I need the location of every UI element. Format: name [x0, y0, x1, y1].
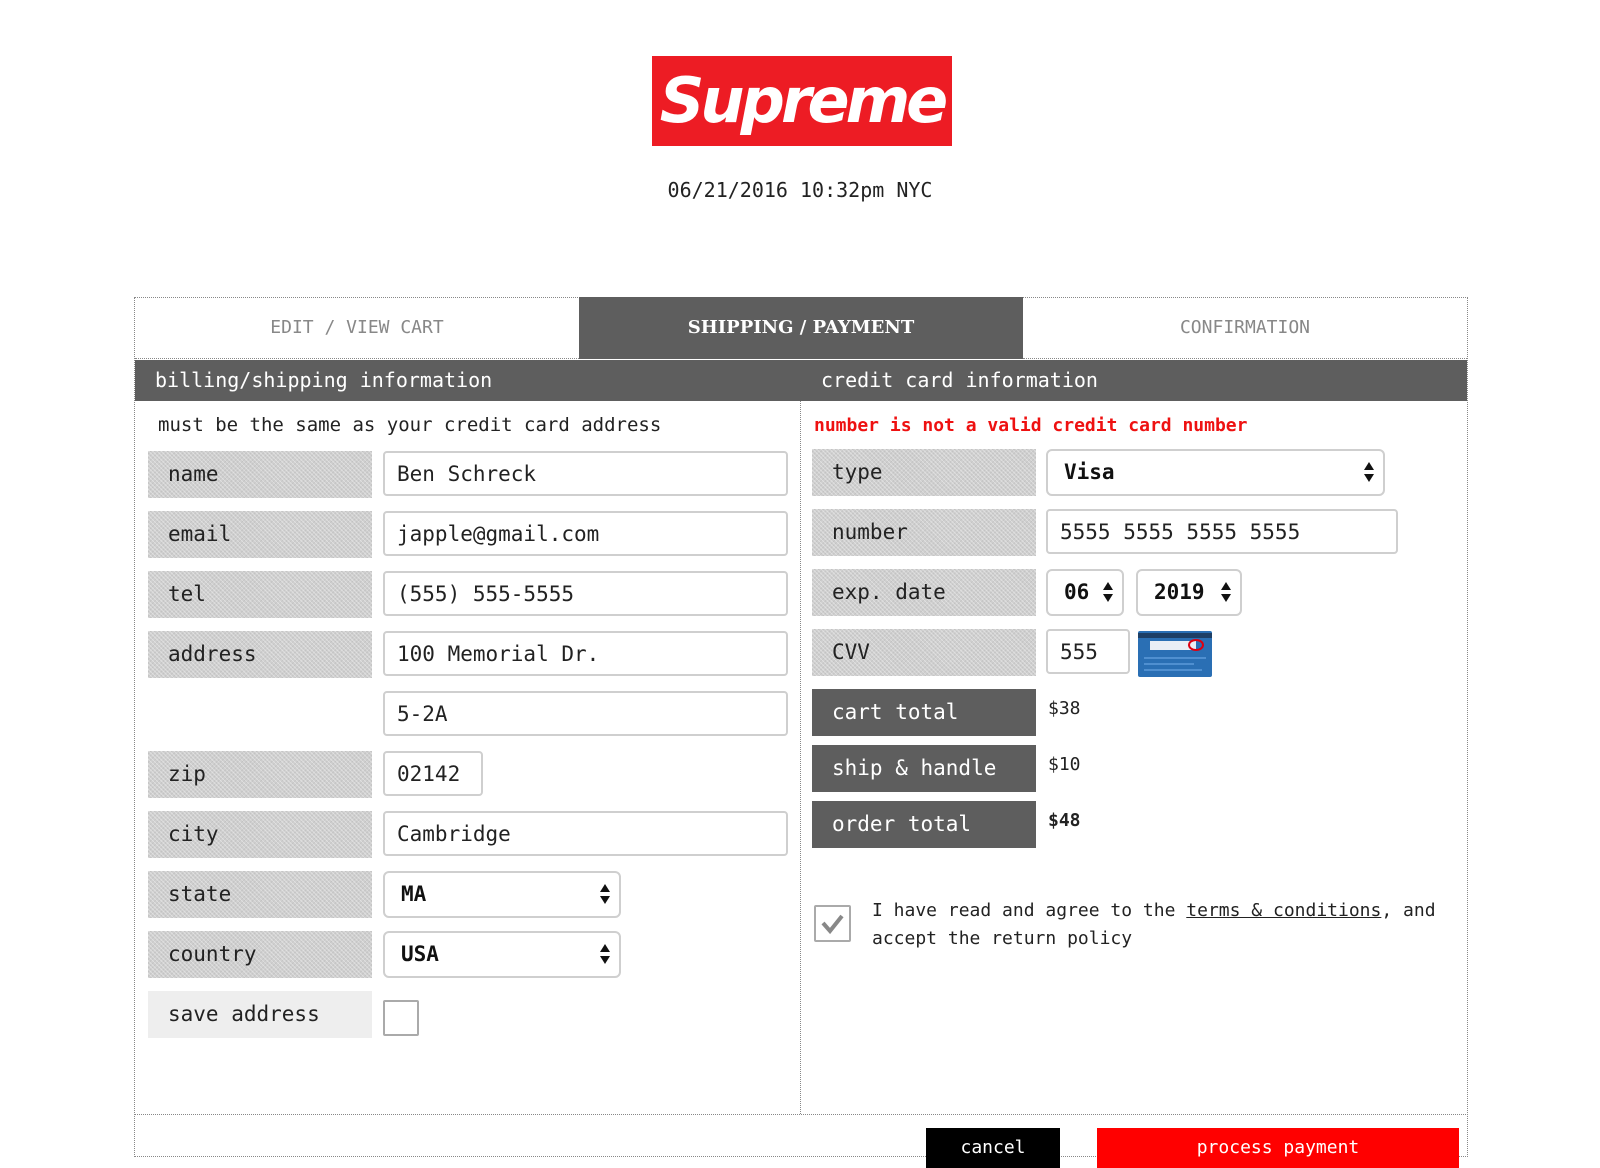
select-arrows-icon [599, 944, 611, 966]
state-select[interactable]: MA [383, 871, 621, 918]
order-total-value: $48 [1048, 810, 1081, 831]
country-label: country [148, 931, 372, 978]
select-arrows-icon [1220, 582, 1232, 604]
cvv-label: CVV [812, 629, 1036, 676]
billing-section-header: billing/shipping information [135, 360, 801, 401]
form-bottom-divider [135, 1114, 1468, 1115]
address-label: address [148, 631, 372, 678]
address-line1-field[interactable]: 100 Memorial Dr. [383, 631, 788, 676]
card-number-label: number [812, 509, 1036, 556]
ship-handle-value: $10 [1048, 754, 1081, 775]
agree-text-before: I have read and agree to the [872, 900, 1187, 921]
store-datetime: 06/21/2016 10:32pm NYC [667, 178, 933, 202]
tel-field[interactable]: (555) 555-5555 [383, 571, 788, 616]
city-label: city [148, 811, 372, 858]
terms-conditions-link[interactable]: terms & conditions [1186, 900, 1381, 921]
supreme-logo[interactable]: Supreme [652, 56, 952, 146]
card-type-label: type [812, 449, 1036, 496]
address-line2-field[interactable]: 5-2A [383, 691, 788, 736]
tab-shipping-payment[interactable]: SHIPPING / PAYMENT [579, 297, 1023, 359]
tab-edit-view-cart[interactable]: EDIT / VIEW CART [135, 297, 579, 359]
card-type-select[interactable]: Visa [1046, 449, 1385, 496]
select-arrows-icon [1102, 582, 1114, 604]
billing-note: must be the same as your credit card add… [158, 414, 662, 436]
exp-date-label: exp. date [812, 569, 1036, 616]
cart-total-value: $38 [1048, 698, 1081, 719]
agree-terms-checkbox[interactable] [814, 905, 851, 942]
cvv-field[interactable]: 555 [1046, 629, 1130, 674]
agree-terms-text: I have read and agree to the terms & con… [872, 897, 1472, 953]
country-value: USA [401, 942, 439, 966]
tel-label: tel [148, 571, 372, 618]
order-total-label: order total [812, 801, 1036, 848]
name-label: name [148, 451, 372, 498]
exp-year-value: 2019 [1154, 580, 1205, 604]
checkmark-icon [821, 914, 844, 935]
tab-confirmation[interactable]: CONFIRMATION [1023, 297, 1467, 359]
exp-year-select[interactable]: 2019 [1136, 569, 1242, 616]
name-field[interactable]: Ben Schreck [383, 451, 788, 496]
country-select[interactable]: USA [383, 931, 621, 978]
cvv-card-back-icon [1138, 631, 1212, 677]
card-type-value: Visa [1064, 460, 1115, 484]
card-error-message: number is not a valid credit card number [814, 415, 1248, 436]
exp-month-value: 06 [1064, 580, 1090, 604]
select-arrows-icon [599, 884, 611, 906]
zip-label: zip [148, 751, 372, 798]
logo-text: Supreme [659, 64, 948, 137]
city-field[interactable]: Cambridge [383, 811, 788, 856]
cart-total-label: cart total [812, 689, 1036, 736]
cancel-button[interactable]: cancel [926, 1128, 1060, 1168]
save-address-label: save address [148, 991, 372, 1038]
column-divider [800, 401, 801, 1114]
select-arrows-icon [1363, 462, 1375, 484]
ship-handle-label: ship & handle [812, 745, 1036, 792]
zip-field[interactable]: 02142 [383, 751, 483, 796]
email-field[interactable]: japple@gmail.com [383, 511, 788, 556]
process-payment-button[interactable]: process payment [1097, 1128, 1459, 1168]
state-value: MA [401, 882, 427, 906]
state-label: state [148, 871, 372, 918]
exp-month-select[interactable]: 06 [1046, 569, 1124, 616]
save-address-checkbox[interactable] [383, 1000, 419, 1036]
card-number-field[interactable]: 5555 5555 5555 5555 [1046, 509, 1398, 554]
email-label: email [148, 511, 372, 558]
card-section-header: credit card information [801, 360, 1467, 401]
